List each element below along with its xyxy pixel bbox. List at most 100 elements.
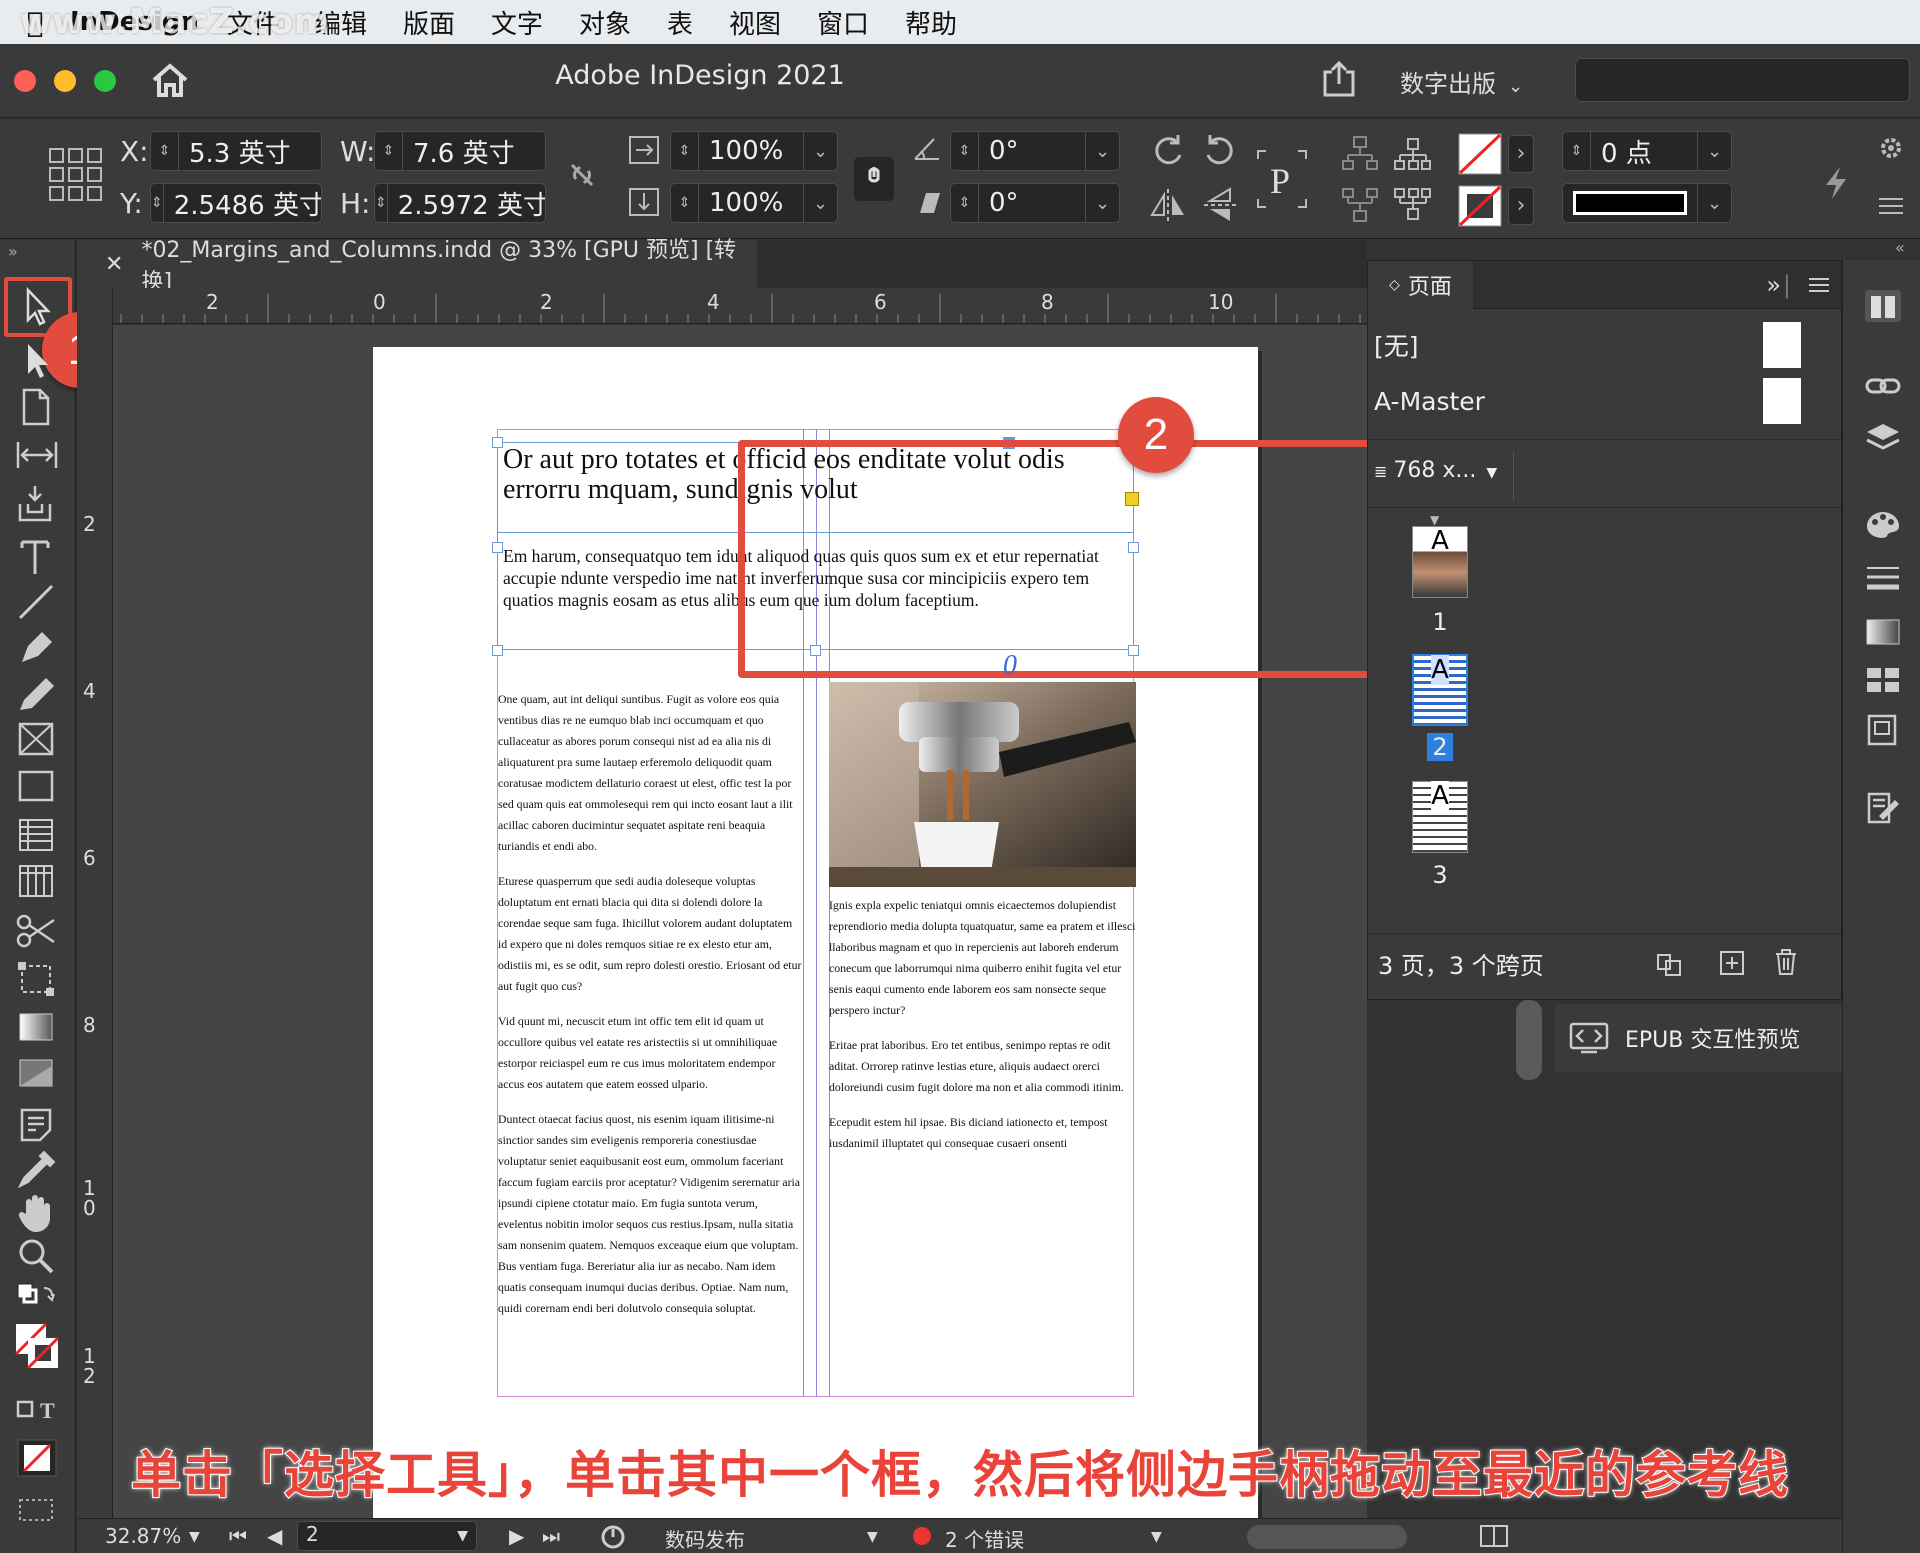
gradient-feather-tool-icon[interactable] [14,1052,60,1094]
expand-panel-icon[interactable]: » [8,242,18,261]
flip-vertical-icon[interactable] [1200,185,1240,225]
page-number-2[interactable]: 2 [1427,733,1453,761]
frame-handle[interactable] [492,437,503,448]
select-container-icon[interactable] [1340,133,1380,173]
stepper-icon[interactable]: ⇕ [1563,132,1591,170]
stroke-weight-field[interactable]: ⇕ 0 点 ⌄ [1562,131,1732,171]
page-number-1[interactable]: 1 [1412,608,1468,636]
stepper-icon[interactable]: ⇕ [375,184,388,222]
select-previous-object-icon[interactable] [1392,133,1432,173]
espresso-photo[interactable] [829,682,1136,887]
links-panel-icon[interactable] [1863,368,1903,404]
flip-horizontal-icon[interactable] [1148,185,1188,225]
menu-view[interactable]: 视图 [729,4,781,41]
pages-panel-icon[interactable] [1863,288,1903,324]
y-field[interactable]: ⇕ 2.5486 英寸 [150,183,322,223]
close-icon[interactable]: ✕ [105,252,123,277]
master-none-row[interactable]: [无] [1368,319,1841,371]
error-count[interactable]: 2 个错误 [945,1524,1024,1553]
gap-tool-icon[interactable] [14,434,60,476]
horizontal-scrollbar[interactable] [1247,1525,1407,1549]
chevron-down-icon[interactable]: ⌄ [1085,184,1119,222]
horizontal-ruler[interactable]: 2 0 2 4 6 8 10 [100,288,1367,324]
reference-point-icon[interactable] [48,147,104,203]
stepper-icon[interactable]: ⇕ [671,132,699,170]
document-tab[interactable]: ✕ *02_Margins_and_Columns.indd @ 33% [GP… [77,238,757,295]
chevron-down-icon[interactable]: ▼ [189,1529,200,1545]
direct-selection-tool-icon[interactable] [14,340,60,382]
page-number-3[interactable]: 3 [1412,861,1468,889]
zoom-level[interactable]: 32.87% [105,1524,181,1548]
collapse-dock-icon[interactable]: « [1895,238,1905,257]
fill-none-swatch-icon[interactable] [1458,133,1502,175]
scissors-tool-icon[interactable] [14,910,60,952]
pen-tool-icon[interactable] [14,626,60,668]
scale-x-field[interactable]: ⇕ 100% ⌄ [670,131,838,171]
scale-y-field[interactable]: ⇕ 100% ⌄ [670,183,838,223]
menu-layout[interactable]: 版面 [403,4,455,41]
chevron-right-icon[interactable]: › [1508,187,1534,225]
frame-handle[interactable] [492,542,503,553]
vertical-grid-tool-icon[interactable] [14,860,60,902]
chevron-down-icon[interactable]: ⌄ [1697,132,1731,170]
last-page-icon[interactable]: ⏭ [542,1524,560,1548]
content-collector-icon[interactable] [14,482,60,524]
swatches-panel-icon[interactable] [1863,506,1903,542]
note-tool-icon[interactable] [14,1104,60,1146]
rectangle-frame-tool-icon[interactable] [14,718,60,760]
stepper-icon[interactable]: ⇕ [151,132,179,170]
panel-menu-icon[interactable] [1807,275,1831,295]
page-thumbnail-3[interactable]: A [1412,781,1468,853]
chevron-down-icon[interactable]: ⌄ [1085,132,1119,170]
stroke-panel-icon[interactable] [1863,560,1903,596]
shear-field[interactable]: ⇕ 0° ⌄ [950,183,1120,223]
edit-page-size-icon[interactable] [1654,949,1690,977]
panel-menu-icon[interactable] [1876,191,1906,221]
stroke-type-dropdown[interactable]: ⌄ [1562,183,1732,223]
expand-panel-icon[interactable]: » [1766,271,1781,299]
hand-tool-icon[interactable] [14,1192,60,1234]
epub-interactivity-preview-tab[interactable]: EPUB 交互性预览 [1555,1004,1842,1072]
menu-help[interactable]: 帮助 [905,4,957,41]
menu-object[interactable]: 对象 [579,4,631,41]
next-page-icon[interactable]: ▶ [509,1524,524,1548]
chevron-down-icon[interactable]: ⌄ [803,132,837,170]
page-number-field[interactable]: 2 ▼ [297,1521,477,1551]
h-field[interactable]: ⇕ 2.5972 英寸 [374,183,546,223]
document-page[interactable]: Or aut pro totates et officid eos endita… [373,347,1367,1518]
previous-page-icon[interactable]: ◀ [267,1524,282,1548]
stepper-icon[interactable]: ⇕ [375,132,403,170]
split-window-icon[interactable] [1479,1523,1509,1549]
new-page-icon[interactable] [1718,949,1746,977]
chevron-down-icon[interactable]: ▼ [1151,1529,1162,1545]
search-input[interactable] [1575,58,1910,102]
select-next-object-icon[interactable] [1392,185,1432,225]
chevron-down-icon[interactable]: ▼ [867,1529,878,1545]
fill-stroke-swatch-icon[interactable] [14,1320,60,1380]
quick-apply-icon[interactable] [1816,163,1856,203]
first-page-icon[interactable]: ⏮ [229,1524,247,1548]
constrain-proportions-icon[interactable] [562,155,602,195]
type-tool-icon[interactable] [14,536,60,578]
pencil-tool-icon[interactable] [14,672,60,714]
stepper-icon[interactable]: ⇕ [951,132,979,170]
rotate-clockwise-icon[interactable] [1148,131,1188,171]
stepper-icon[interactable]: ⇕ [951,184,979,222]
menu-window[interactable]: 窗口 [817,4,869,41]
rotate-counterclockwise-icon[interactable] [1200,131,1240,171]
eyedropper-tool-icon[interactable] [14,1148,60,1190]
page-size-dropdown[interactable]: ≣ 768 x... ▼ [1374,458,1497,483]
articles-panel-icon[interactable] [1863,712,1903,748]
page-thumbnail-1[interactable]: A [1412,526,1468,598]
cc-libraries-icon[interactable] [1863,662,1903,698]
horizontal-grid-tool-icon[interactable] [14,814,60,856]
layers-panel-icon[interactable] [1863,420,1903,456]
rectangle-tool-icon[interactable] [14,766,60,808]
trash-icon[interactable] [1772,947,1800,977]
free-transform-tool-icon[interactable] [14,958,60,1000]
workspace-switcher[interactable]: 数字出版 ⌄ [1400,64,1523,99]
chevron-down-icon[interactable]: ⌄ [1697,184,1731,222]
select-content-icon[interactable] [1340,185,1380,225]
zoom-tool-icon[interactable] [14,1236,60,1278]
chevron-right-icon[interactable]: › [1508,135,1534,173]
